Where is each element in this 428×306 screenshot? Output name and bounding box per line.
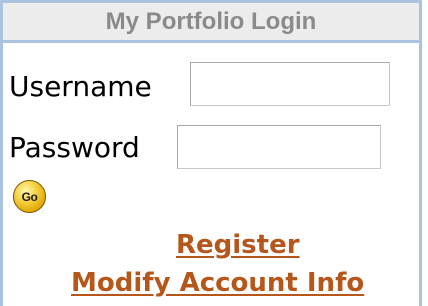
password-input[interactable] [177, 125, 381, 169]
password-label: Password [9, 131, 140, 164]
modify-account-link[interactable]: Modify Account Info [71, 270, 364, 296]
go-button[interactable]: Go [13, 180, 46, 213]
register-link[interactable]: Register [176, 232, 300, 258]
username-label: Username [9, 70, 152, 103]
username-input[interactable] [190, 62, 390, 106]
login-panel: My Portfolio Login Username Password Go … [0, 0, 422, 306]
login-title: My Portfolio Login [3, 3, 419, 43]
go-icon: Go [21, 189, 38, 204]
